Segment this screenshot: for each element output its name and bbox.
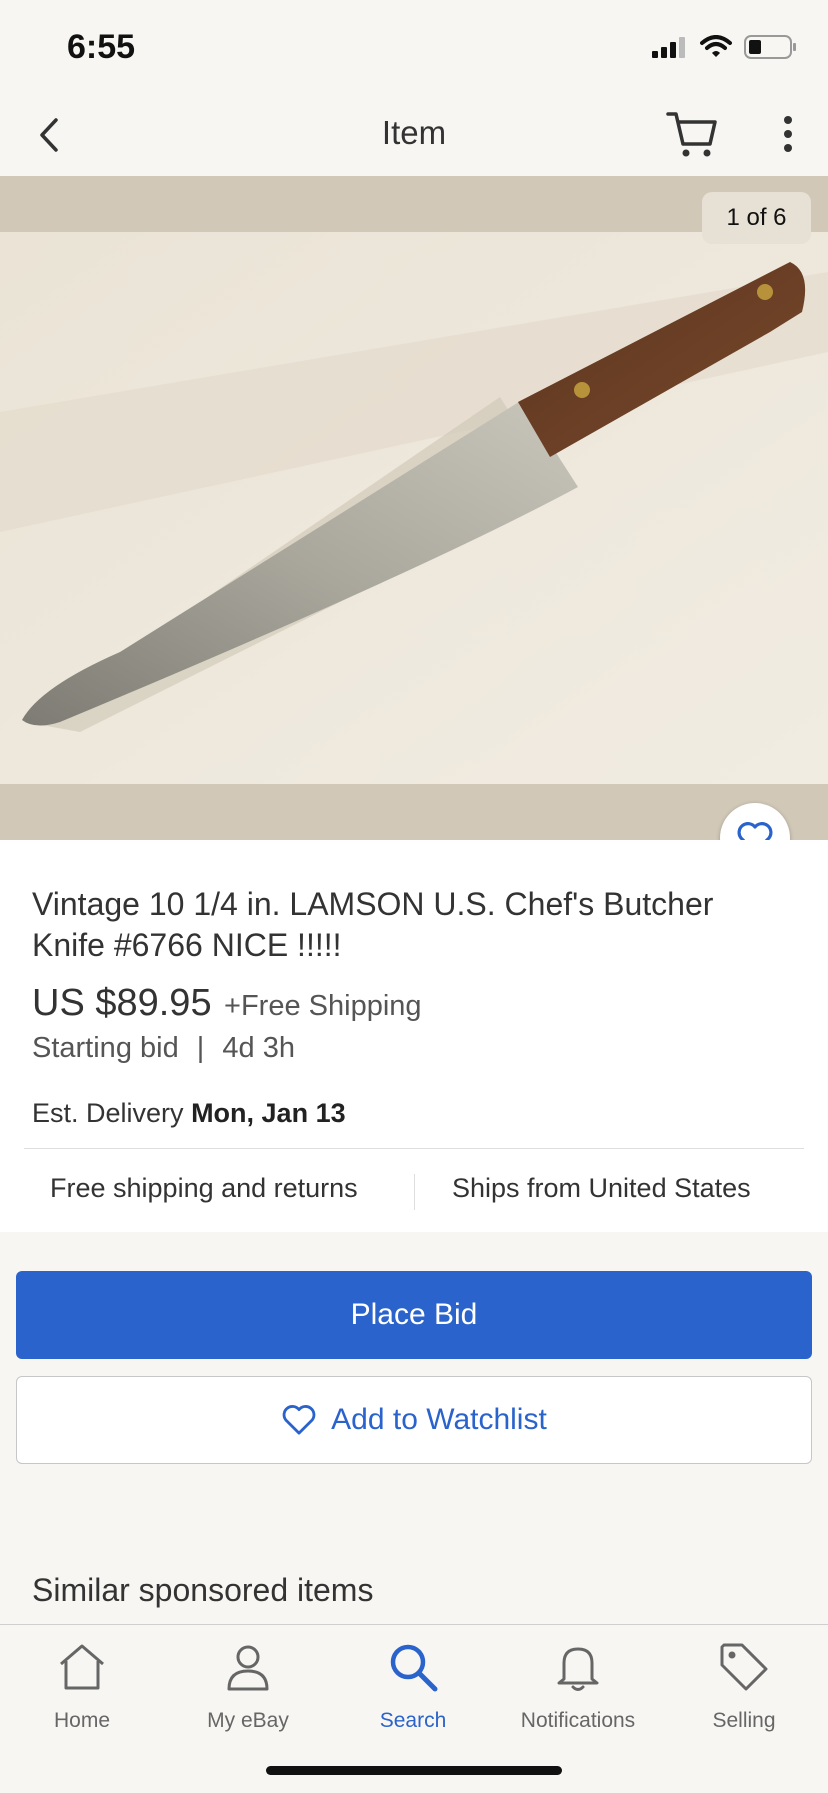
tab-notifications[interactable]: Notifications — [498, 1639, 658, 1733]
similar-items-heading: Similar sponsored items — [32, 1572, 374, 1608]
home-indicator — [266, 1766, 562, 1775]
tab-home-label: Home — [53, 1709, 111, 1732]
delivery-label: Est. Delivery — [32, 1098, 184, 1128]
feature-divider — [414, 1174, 415, 1210]
shipping-cost: +Free Shipping — [224, 990, 422, 1022]
tag-icon — [720, 1643, 768, 1691]
tab-search-label: Search — [379, 1709, 447, 1732]
navbar: Item — [0, 96, 828, 177]
image-gallery[interactable]: 1 of 6 — [0, 176, 828, 840]
tab-selling[interactable]: Selling — [664, 1639, 824, 1733]
divider — [24, 1148, 804, 1149]
status-icons — [652, 34, 798, 60]
time-left: 4d 3h — [222, 1032, 295, 1064]
delivery-date: Mon, Jan 13 — [191, 1098, 346, 1128]
home-icon — [60, 1644, 104, 1690]
feature-ships-from: Ships from United States — [452, 1173, 751, 1203]
watchlist-label: Add to Watchlist — [331, 1403, 547, 1436]
price-row: US $89.95 +Free Shipping — [32, 982, 422, 1025]
signal-icon — [652, 37, 685, 58]
item-title: Vintage 10 1/4 in. LAMSON U.S. Chef's Bu… — [32, 886, 714, 963]
more-options-icon[interactable] — [770, 108, 806, 160]
tab-my-ebay[interactable]: My eBay — [168, 1639, 328, 1733]
image-counter: 1 of 6 — [702, 192, 811, 244]
wifi-icon — [700, 35, 732, 57]
item-info: Vintage 10 1/4 in. LAMSON U.S. Chef's Bu… — [0, 840, 828, 1232]
cart-icon[interactable] — [664, 108, 720, 160]
add-to-watchlist-button[interactable]: Add to Watchlist — [16, 1376, 812, 1464]
tab-home[interactable]: Home — [2, 1639, 162, 1733]
tab-selling-label: Selling — [712, 1709, 776, 1732]
status-time: 6:55 — [67, 28, 136, 66]
battery-icon — [744, 35, 796, 59]
item-price: US $89.95 — [32, 982, 212, 1024]
feature-free-returns: Free shipping and returns — [50, 1173, 358, 1203]
bell-icon — [557, 1647, 599, 1691]
status-bar: 6:55 — [0, 0, 828, 96]
tab-search[interactable]: Search — [333, 1639, 493, 1733]
place-bid-button[interactable]: Place Bid — [16, 1271, 812, 1359]
bid-separator: | — [196, 1032, 205, 1064]
bid-info: Starting bid | 4d 3h — [32, 1032, 295, 1065]
bid-label: Starting bid — [32, 1032, 179, 1064]
heart-outline-icon — [282, 1405, 316, 1435]
person-icon — [227, 1645, 269, 1691]
item-photo[interactable] — [0, 232, 828, 784]
estimated-delivery: Est. Delivery Mon, Jan 13 — [32, 1098, 346, 1129]
search-icon — [390, 1644, 438, 1692]
tab-notifications-label: Notifications — [520, 1709, 636, 1732]
tab-my-ebay-label: My eBay — [207, 1709, 289, 1732]
